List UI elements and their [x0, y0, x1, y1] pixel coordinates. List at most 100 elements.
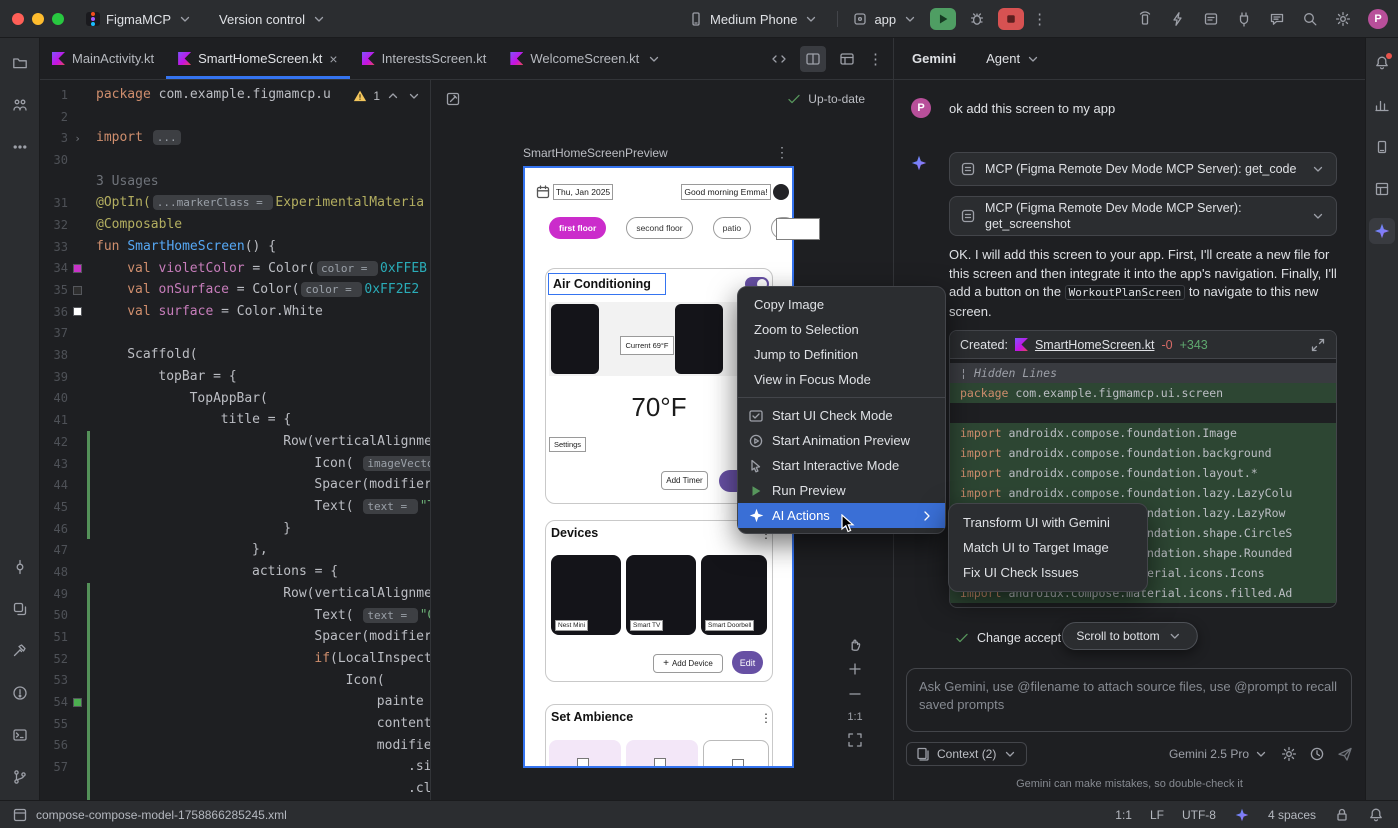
context-menu-item[interactable]: View in Focus Mode [738, 367, 945, 392]
run-configuration[interactable]: app [852, 11, 918, 27]
ambience-tile[interactable] [703, 740, 769, 766]
edit-button[interactable]: Edit [732, 651, 763, 674]
tab-smarthomescreen[interactable]: SmartHomeScreen.kt × [166, 38, 349, 79]
preview-title[interactable]: SmartHomeScreenPreview [523, 146, 668, 160]
git-branch-icon[interactable] [7, 764, 33, 790]
tab-gemini[interactable]: Gemini [912, 51, 956, 66]
ambience-tile[interactable] [549, 740, 621, 766]
zoom-to-fit-icon[interactable] [847, 732, 863, 748]
editor-line[interactable]: 49Row(verticalAlignmen [40, 583, 430, 605]
device-card[interactable]: Smart Doorbell [701, 555, 767, 635]
commit-icon[interactable] [7, 554, 33, 580]
zoom-in-icon[interactable] [847, 661, 863, 677]
zoom-level-label[interactable]: 1:1 [847, 711, 862, 723]
structure-icon[interactable] [7, 92, 33, 118]
tool-call-card[interactable]: MCP (Figma Remote Dev Mode MCP Server): … [949, 196, 1337, 236]
preview-options-kebab[interactable]: ⋮ [775, 144, 789, 161]
tab-welcomescreen[interactable]: WelcomeScreen.kt [498, 38, 674, 79]
editor-line[interactable]: 31@OptIn(...markerClass = ExperimentalMa… [40, 192, 430, 214]
selection-overlay-box[interactable] [776, 218, 820, 240]
editor-line[interactable]: 52if(LocalInspecti [40, 648, 430, 670]
inspections-widget[interactable]: 1 [352, 88, 422, 104]
code-editor[interactable]: 1package com.example.figmamcp.u23›import… [40, 80, 430, 800]
submenu-item-fix-ui-check-issues[interactable]: Fix UI Check Issues [949, 560, 1147, 585]
window-controls[interactable] [12, 13, 64, 25]
editor-line[interactable]: 3 Usages [40, 171, 430, 193]
search-icon[interactable] [1302, 11, 1318, 27]
editor-line[interactable]: 50Text( text = "Good [40, 605, 430, 627]
scroll-to-bottom-button[interactable]: Scroll to bottom [1061, 622, 1197, 650]
profile-avatar[interactable] [773, 184, 789, 200]
context-menu-item[interactable]: Copy Image [738, 292, 945, 317]
device-manager-icon[interactable] [1369, 134, 1395, 160]
editor-line[interactable]: 40TopAppBar( [40, 388, 430, 410]
settings-label[interactable]: Settings [549, 437, 586, 452]
layout-inspector-icon[interactable] [1369, 176, 1395, 202]
ai-status-icon[interactable] [1234, 807, 1250, 823]
tab-agent[interactable]: Agent [986, 51, 1041, 67]
notifications-bell-icon[interactable] [1368, 807, 1384, 823]
stop-button[interactable] [998, 8, 1024, 30]
tab-interestsscreen[interactable]: InterestsScreen.kt [350, 38, 499, 79]
add-device-button[interactable]: +Add Device [653, 654, 723, 673]
lock-icon[interactable] [1334, 807, 1350, 823]
editor-line[interactable]: 38Scaffold( [40, 344, 430, 366]
caret-position[interactable]: 1:1 [1115, 808, 1132, 822]
floor-chip[interactable]: second floor [626, 217, 692, 239]
ambience-tile[interactable] [626, 740, 698, 766]
editor-line[interactable]: 43Icon( imageVector [40, 453, 430, 475]
submenu-item-match-ui-to-target-image[interactable]: Match UI to Target Image [949, 535, 1147, 560]
design-view-button[interactable] [834, 46, 860, 72]
editor-line[interactable]: 32@Composable [40, 214, 430, 236]
floor-chip[interactable]: first floor [549, 217, 606, 239]
editor-line[interactable]: 53Icon( [40, 670, 430, 692]
editor-line[interactable]: 55contentD [40, 713, 430, 735]
run-button[interactable] [930, 8, 956, 30]
device-card[interactable]: Smart TV [626, 555, 696, 635]
plugins-icon[interactable] [1236, 11, 1252, 27]
gemini-icon[interactable] [1369, 218, 1395, 244]
fold-arrow-icon[interactable]: › [74, 132, 81, 145]
build-icon[interactable] [7, 638, 33, 664]
line-ending[interactable]: LF [1150, 808, 1164, 822]
zoom-out-icon[interactable] [847, 686, 863, 702]
indent-setting[interactable]: 4 spaces [1268, 808, 1316, 822]
more-actions-kebab[interactable]: ⋮ [1032, 10, 1047, 28]
color-preview-swatch[interactable] [73, 286, 82, 295]
editor-line[interactable]: 37 [40, 323, 430, 345]
context-menu-item-start-interactive-mode[interactable]: Start Interactive Mode [738, 453, 945, 478]
editor-line[interactable]: 42Row(verticalAlignmen [40, 431, 430, 453]
editor-line[interactable]: 39topBar = { [40, 366, 430, 388]
status-file-name[interactable]: compose-compose-model-1758866285245.xml [36, 808, 287, 822]
editor-line[interactable]: 45Text( text = "Thu, [40, 496, 430, 518]
terminal-icon[interactable] [7, 722, 33, 748]
more-tools-icon[interactable] [7, 134, 33, 160]
chevron-down-icon[interactable] [646, 51, 662, 67]
editor-line[interactable]: 2 [40, 106, 430, 128]
editor-line[interactable]: 54painte [40, 691, 430, 713]
editor-line[interactable]: 47}, [40, 539, 430, 561]
pull-requests-icon[interactable] [7, 596, 33, 622]
chevron-up-icon[interactable] [385, 88, 401, 104]
close-tab-icon[interactable]: × [329, 52, 337, 66]
split-view-button[interactable] [800, 46, 826, 72]
editor-line[interactable]: 35val onSurface = Color(color = 0xFF2E2 [40, 279, 430, 301]
device-streaming-icon[interactable] [1137, 11, 1153, 27]
tool-call-card[interactable]: MCP (Figma Remote Dev Mode MCP Server): … [949, 152, 1337, 186]
editor-line[interactable]: 36val surface = Color.White [40, 301, 430, 323]
file-encoding[interactable]: UTF-8 [1182, 808, 1216, 822]
profiler-icon[interactable] [1369, 92, 1395, 118]
add-timer-button[interactable]: Add Timer [661, 471, 708, 490]
editor-line[interactable]: 41title = { [40, 409, 430, 431]
selected-component-outline[interactable]: Air Conditioning [548, 273, 666, 295]
editor-line[interactable]: 48actions = { [40, 561, 430, 583]
settings-gear-icon[interactable] [1281, 746, 1297, 762]
settings-gear-icon[interactable] [1335, 11, 1351, 27]
ambience-kebab[interactable]: ⋮ [760, 711, 772, 725]
color-preview-swatch[interactable] [73, 264, 82, 273]
editor-line[interactable]: 3›import ... [40, 127, 430, 149]
editor-line[interactable]: 51Spacer(modifier [40, 626, 430, 648]
device-card[interactable]: Nest Mini [551, 555, 621, 635]
send-icon[interactable] [1337, 746, 1353, 762]
user-avatar[interactable]: P [1368, 9, 1388, 29]
